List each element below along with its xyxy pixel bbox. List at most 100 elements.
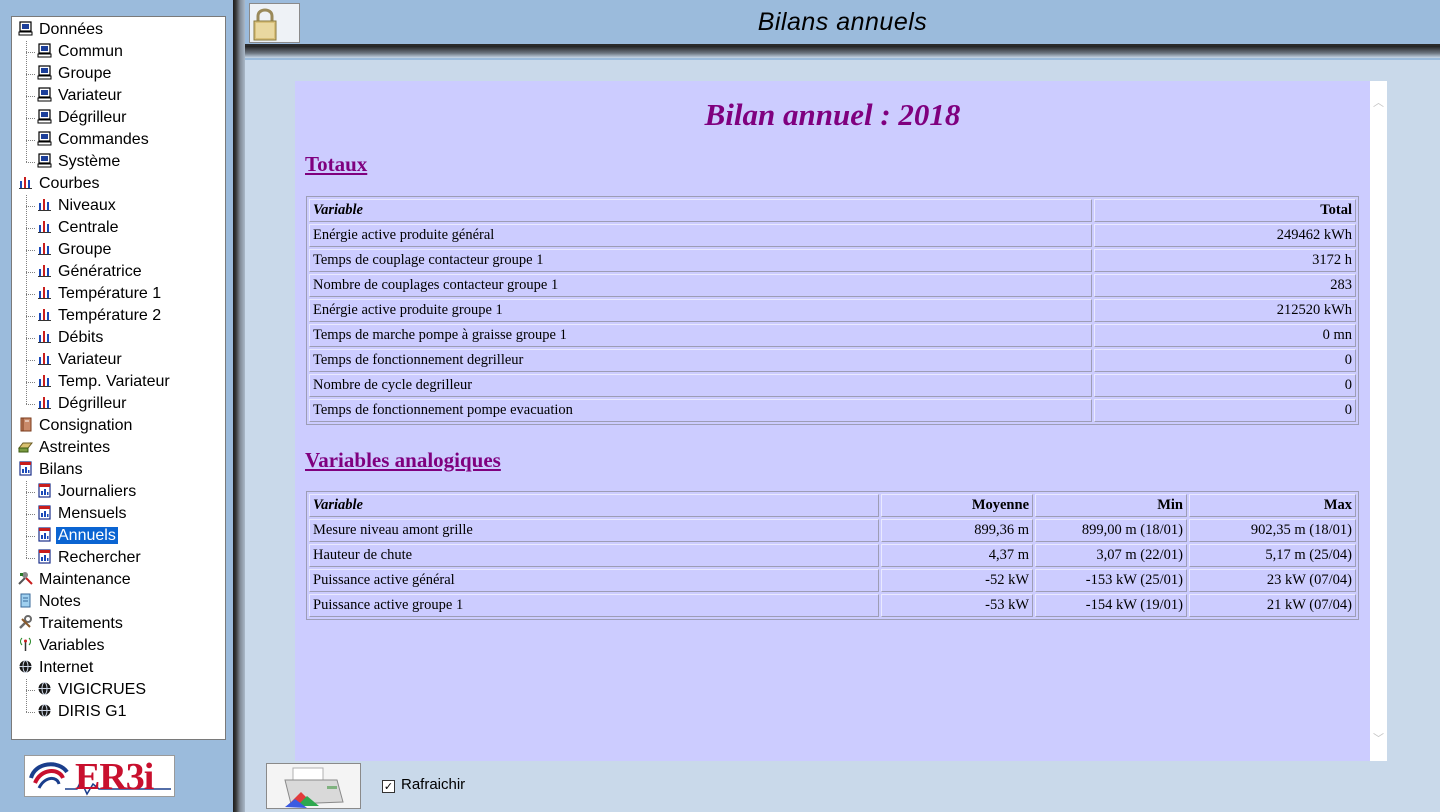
- tree-item-label: Données: [39, 21, 104, 38]
- cell-value: 899,36 m: [881, 519, 1033, 542]
- report-scrollbar[interactable]: ︿ ﹀: [1370, 81, 1387, 761]
- tree-item-rechercher[interactable]: Rechercher: [37, 547, 143, 569]
- tree-item-label: Groupe: [58, 65, 112, 82]
- print-button[interactable]: [266, 763, 361, 809]
- column-header-total: Total: [1094, 199, 1356, 222]
- tree-item-variateur[interactable]: Variateur: [37, 85, 124, 107]
- tree-item-systeme[interactable]: Système: [37, 151, 122, 173]
- column-header-variable: Variable: [309, 494, 879, 517]
- bar-chart-icon: [37, 395, 52, 410]
- tree-item-maintenance[interactable]: Maintenance: [18, 569, 133, 591]
- tree-item-label: Bilans: [39, 461, 83, 478]
- table-row: Temps de fonctionnement degrilleur 0: [309, 349, 1356, 372]
- report-icon: [37, 527, 52, 542]
- tree-item-temp-variateur[interactable]: Temp. Variateur: [37, 371, 172, 393]
- bar-chart-icon: [37, 285, 52, 300]
- cell-variable: Mesure niveau amont grille: [309, 519, 879, 542]
- tree-item-niveaux[interactable]: Niveaux: [37, 195, 118, 217]
- cell-variable: Temps de fonctionnement pompe evacuation: [309, 399, 1092, 422]
- cell-value: 3172 h: [1094, 249, 1356, 272]
- report-icon: [37, 505, 52, 520]
- tree-item-label: Niveaux: [58, 197, 116, 214]
- er3i-logo: ER3i: [24, 755, 175, 797]
- report-panel: Bilan annuel : 2018 Totaux Variable Tota…: [295, 81, 1370, 761]
- tree-item-groupe[interactable]: Groupe: [37, 239, 113, 261]
- tray-icon: [17, 439, 34, 454]
- tree-item-notes[interactable]: Notes: [18, 591, 83, 613]
- tree-connector-line: [26, 206, 35, 207]
- tree-item-mensuels[interactable]: Mensuels: [37, 503, 128, 525]
- table-row: Enérgie active produite groupe 1 212520 k…: [309, 299, 1356, 322]
- report-icon: [37, 549, 52, 564]
- printer-icon: [284, 767, 344, 808]
- tree-item-courbes[interactable]: Courbes: [18, 173, 101, 195]
- antenna-icon: [18, 637, 33, 652]
- table-row: Mesure niveau amont grille 899,36 m 899,00…: [309, 519, 1356, 542]
- tree-item-journaliers[interactable]: Journaliers: [37, 481, 138, 503]
- tree-item-generatrice[interactable]: Génératrice: [37, 261, 144, 283]
- tree-item-commun[interactable]: Commun: [37, 41, 125, 63]
- tree-connector-line: [26, 118, 35, 119]
- tree-item-consignation[interactable]: Consignation: [18, 415, 134, 437]
- table-row: Temps de marche pompe à graisse groupe 1…: [309, 324, 1356, 347]
- tree-item-astreintes[interactable]: Astreintes: [17, 437, 112, 459]
- tree-item-label: Courbes: [39, 175, 100, 192]
- splitter-handle[interactable]: [233, 0, 245, 812]
- navigation-tree[interactable]: Données Commun Groupe Variateur Dégrilleur Co…: [11, 16, 226, 740]
- tree-item-commandes[interactable]: Commandes: [37, 129, 151, 151]
- cell-value: 899,00 m (18/01): [1035, 519, 1187, 542]
- tree-item-degrilleur[interactable]: Dégrilleur: [37, 393, 128, 415]
- checkbox-checked-icon[interactable]: ✓: [382, 780, 395, 793]
- tree-connector-line: [26, 162, 35, 163]
- tree-item-temperature-1[interactable]: Température 1: [37, 283, 163, 305]
- globe-icon: [37, 681, 52, 696]
- cell-variable: Nombre de couplages contacteur groupe 1: [309, 274, 1092, 297]
- computer-icon: [37, 109, 52, 124]
- table-row: Enérgie active produite général 249462 kW…: [309, 224, 1356, 247]
- tree-item-label: DIRIS G1: [58, 703, 127, 720]
- tree-item-traitements[interactable]: Traitements: [18, 613, 125, 635]
- tree-connector-line: [26, 712, 35, 713]
- tree-item-centrale[interactable]: Centrale: [37, 217, 120, 239]
- tree-item-variateur[interactable]: Variateur: [37, 349, 124, 371]
- tree-item-temperature-2[interactable]: Température 2: [37, 305, 163, 327]
- refresh-checkbox[interactable]: ✓ Rafraichir: [382, 775, 465, 795]
- column-header-moyenne: Moyenne: [881, 494, 1033, 517]
- tree-item-label: Système: [58, 153, 121, 170]
- tree-item-debits[interactable]: Débits: [37, 327, 105, 349]
- tree-item-bilans[interactable]: Bilans: [18, 459, 85, 481]
- tree-item-donnees[interactable]: Données: [18, 19, 105, 41]
- tree-item-internet[interactable]: Internet: [18, 657, 95, 679]
- table-row: Puissance active général -52 kW -153 kW (2…: [309, 569, 1356, 592]
- report-title: Bilan annuel : 2018: [704, 97, 961, 132]
- globe-icon: [18, 659, 33, 674]
- scroll-up-icon[interactable]: ︿: [1373, 97, 1384, 108]
- lock-button[interactable]: [249, 3, 300, 43]
- tree-item-variables[interactable]: Variables: [18, 635, 107, 657]
- table-row: Puissance active groupe 1 -53 kW -154 kW (…: [309, 594, 1356, 617]
- computer-icon: [37, 87, 52, 102]
- tree-item-groupe[interactable]: Groupe: [37, 63, 113, 85]
- tree-connector-line: [26, 272, 35, 273]
- section-totaux-heading: Totaux: [305, 152, 368, 176]
- scroll-down-icon[interactable]: ﹀: [1373, 733, 1384, 744]
- tree-item-label: Variables: [39, 637, 105, 654]
- tree-item-vigicrues[interactable]: VIGICRUES: [37, 679, 148, 701]
- tree-item-label: Groupe: [58, 241, 112, 258]
- tree-connector-line: [26, 195, 27, 404]
- cell-value: 4,37 m: [881, 544, 1033, 567]
- tree-item-label: Notes: [39, 593, 81, 610]
- tree-item-degrilleur[interactable]: Dégrilleur: [37, 107, 128, 129]
- lock-icon: [253, 8, 277, 41]
- refresh-label: Rafraichir: [401, 776, 466, 793]
- tree-item-label: Variateur: [58, 351, 122, 368]
- cell-value: -153 kW (25/01): [1035, 569, 1187, 592]
- tools-icon: [18, 571, 33, 586]
- tree-item-label: Temp. Variateur: [58, 373, 170, 390]
- tree-connector-line: [26, 558, 35, 559]
- cell-value: 0: [1094, 374, 1356, 397]
- tree-item-annuels[interactable]: Annuels: [37, 525, 118, 547]
- tree-connector-line: [26, 96, 35, 97]
- tree-item-label: VIGICRUES: [58, 681, 147, 698]
- tree-item-diris-g1[interactable]: DIRIS G1: [37, 701, 128, 723]
